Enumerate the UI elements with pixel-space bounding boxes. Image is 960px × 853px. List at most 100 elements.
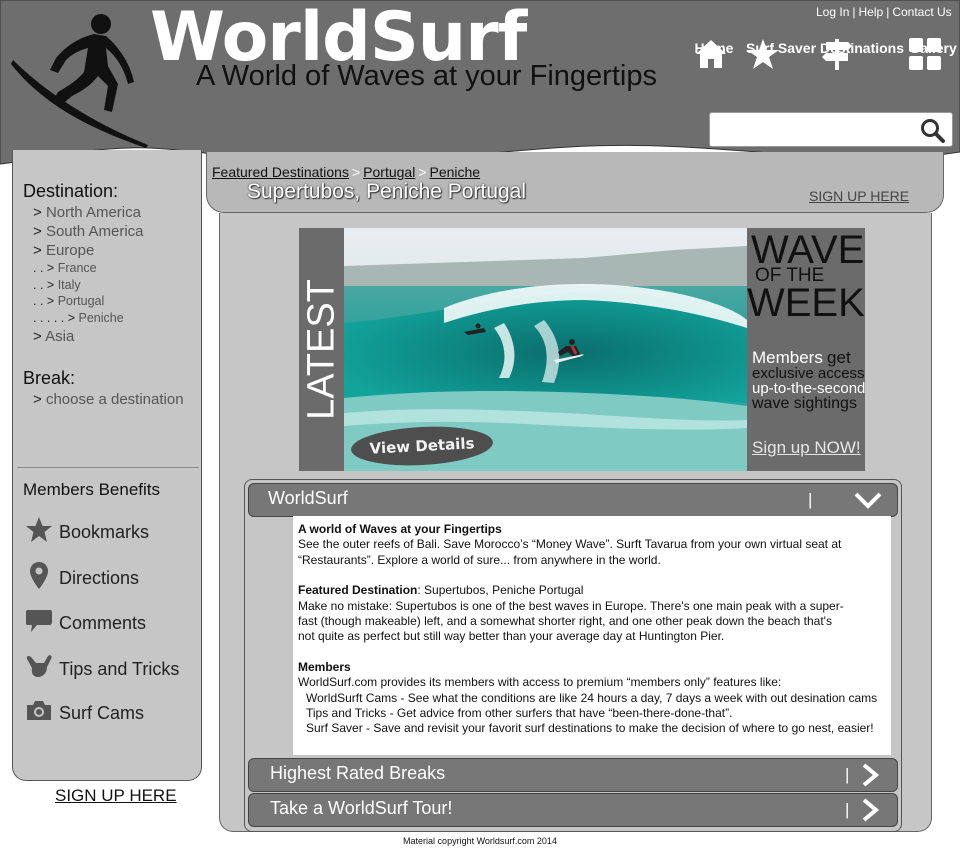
wotw-line4: wave sightings [752,395,857,412]
accordion-divider: | [845,765,850,784]
content-paragraph-3: WorldSurf.com provides its members with … [298,675,782,690]
accordion-highest-rated-header[interactable]: Highest Rated Breaks | [248,758,898,792]
dest-label: France [57,261,97,275]
star-icon [26,517,52,542]
content-heading-2: Featured Destination [298,583,418,598]
dest-label: Portugal [57,294,105,308]
hero-banner: LATEST View Details WAVE OF THE WEEK Mem… [299,228,865,471]
nav-destinations[interactable]: Destinations [820,38,904,70]
dest-europe[interactable]: > Europe [33,242,94,259]
site-header: WorldSurf A World of Waves at your Finge… [0,0,960,175]
dest-prefix: > [33,223,42,240]
dest-label: Italy [57,278,81,292]
header-signup-link[interactable]: SIGN UP HERE [809,188,909,204]
dest-label: Europe [45,242,95,259]
break-label: choose a destination [45,391,184,408]
dest-north-america[interactable]: > North America [33,204,141,221]
content-feature-saver: Surf Saver - Save and revisit your favor… [306,721,874,736]
hero-signup-now-link[interactable]: Sign up NOW! [752,438,861,458]
accordion-worldsurf-content: A world of Waves at your Fingertips See … [293,516,891,755]
dest-label: South America [45,223,144,240]
accordion-label: WorldSurf [268,488,348,508]
dest-italy[interactable]: . . > Italy [33,278,81,292]
dest-prefix: . . > [33,261,55,275]
hero-latest-label: LATEST [299,228,344,471]
page-titlebar: Featured Destinations > Portugal > Peniche S… [206,152,944,213]
dest-asia[interactable]: > Asia [33,328,74,345]
content-heading-2-rest: : Supertubos, Peniche Portugal [417,583,584,598]
camera-icon [27,701,51,720]
site-tagline: A World of Waves at your Fingertips [196,60,657,92]
content-heading-1: A world of Waves at your Fingertips [298,522,502,536]
content-paragraph-1b: “Restaurants”. Explore a world of sure..… [298,552,661,567]
dest-prefix: . . > [33,278,55,292]
page-title: Supertubos, Peniche Portugal [247,180,527,203]
content-paragraph-2b: fast (though makeable) left, and a somew… [298,614,832,629]
chevron-right-icon[interactable] [859,797,881,823]
hero-latest-text: LATEST [300,279,343,420]
benefit-label: Tips and Tricks [59,659,180,679]
breadcrumb-peniche[interactable]: Peniche [430,164,481,180]
top-link-separator: | [852,5,856,19]
dest-label: North America [45,204,141,221]
search-box[interactable] [709,112,953,147]
dest-peniche[interactable]: . . . . . > Peniche [33,311,124,325]
nav-surf-saver[interactable]: Surf Saver [746,38,816,69]
comment-icon [26,610,52,632]
dest-france[interactable]: . . > France [33,261,97,275]
accordion-divider: | [808,490,813,509]
chevron-right-icon[interactable] [859,762,881,788]
benefit-directions[interactable]: Directions [25,561,139,596]
content-feature-cams: WorldSurft Cams - See what the condition… [306,690,878,705]
wave-of-the-week-panel: WAVE OF THE WEEK Members get exclusive a… [747,228,865,471]
content-paragraph-2a: Make no mistake: Supertubos is one of th… [298,598,844,613]
dest-prefix: . . . . . > [33,311,76,325]
wotw-members-text: Members get exclusive access up-to-the-s… [752,349,865,412]
help-link[interactable]: Help [859,5,884,19]
benefit-label: Surf Cams [59,703,145,723]
benefit-bookmarks[interactable]: Bookmarks [25,517,149,548]
benefit-tips-and-tricks[interactable]: Tips and Tricks [25,653,179,686]
break-prefix: > [33,391,42,408]
content-paragraph-1a: See the outer reefs of Bali. Save Morocc… [298,537,842,552]
benefit-label: Directions [59,568,140,588]
breadcrumb-portugal[interactable]: Portugal [363,164,415,180]
search-input[interactable] [716,118,916,142]
breadcrumb-featured-destinations[interactable]: Featured Destinations [212,164,349,180]
sidebar: Destination: > North America > South Ame… [12,150,202,781]
benefit-comments[interactable]: Comments [25,608,146,639]
break-heading: Break: [23,368,76,388]
breadcrumb-separator: > [351,164,361,180]
dest-label: Asia [45,328,75,345]
dest-prefix: > [33,204,42,221]
wotw-title-wave: WAVE [751,228,865,272]
grid-icon [909,38,941,70]
dest-portugal[interactable]: . . > Portugal [33,294,104,308]
sidebar-signup-link[interactable]: SIGN UP HERE [55,786,177,806]
dest-prefix: . . > [33,294,55,308]
accordion-worldsurf-tour-header[interactable]: Take a WorldSurf Tour! | [248,793,898,827]
breadcrumb-separator: > [418,164,427,180]
contact-us-link[interactable]: Contact Us [892,5,951,19]
dest-prefix: > [33,242,42,259]
dest-south-america[interactable]: > South America [33,223,144,240]
top-links: Log In | Help | Contact Us [816,5,952,19]
nav-gallery[interactable]: Gallery [908,38,958,70]
search-icon[interactable] [920,118,946,144]
chevron-down-icon[interactable] [853,490,883,510]
accordion-label: Take a WorldSurf Tour! [270,798,453,818]
accordion-worldsurf-header[interactable]: WorldSurf | [248,483,898,517]
nav-home[interactable]: Home [694,38,734,68]
content-paragraph-2c: not quite as perfect but still way bette… [298,629,725,644]
content-feature-tips: Tips and Tricks - Get advice from other … [306,706,733,721]
accordion-label: Highest Rated Breaks [270,763,446,783]
benefit-surf-cams[interactable]: Surf Cams [25,699,144,728]
breadcrumb: Featured Destinations > Portugal > Peniche [212,164,480,180]
copyright-text: Material copyright Worldsurf.com 2014 [403,836,557,846]
accordion-divider: | [845,800,850,819]
wotw-title-week: WEEK [747,281,865,325]
home-icon [696,40,726,68]
break-choose-destination[interactable]: > choose a destination [33,391,184,408]
login-link[interactable]: Log In [816,5,849,19]
map-pin-icon [30,562,48,589]
